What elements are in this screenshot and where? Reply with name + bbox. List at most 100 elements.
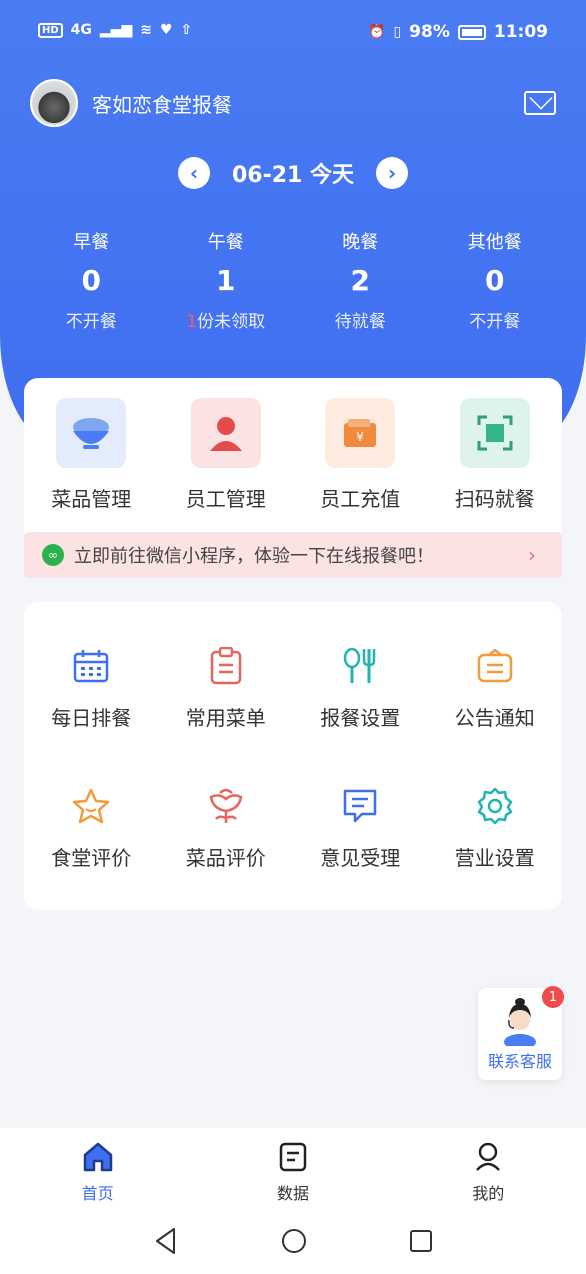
meal-status: 不开餐 — [65, 312, 117, 332]
back-icon[interactable] — [152, 1226, 180, 1256]
meal-name: 午餐 — [207, 232, 244, 253]
link-icon: ∞ — [42, 544, 64, 566]
date-value: 06-21 — [231, 163, 303, 188]
calendar-icon — [71, 646, 111, 686]
staff-management-button[interactable]: 员工管理 — [159, 378, 294, 512]
star-icon — [71, 786, 111, 826]
tab-mine[interactable]: 我的 — [391, 1128, 586, 1208]
meal-count: 2 — [350, 264, 370, 297]
hd-indicator: HD — [38, 22, 63, 38]
mail-icon[interactable] — [524, 91, 556, 115]
daily-schedule-button[interactable]: 每日排餐 — [24, 646, 159, 731]
person-icon — [190, 398, 261, 468]
battery-percent: 98% — [409, 22, 450, 42]
action-label: 员工管理 — [185, 487, 266, 511]
customer-service-button[interactable]: 1 联系客服 — [478, 986, 564, 1080]
meal-status: 待就餐 — [334, 312, 386, 332]
action-label: 菜品管理 — [51, 487, 132, 511]
signal-icon: ▂▄▆ — [99, 22, 133, 38]
meal-summary: 早餐 0 不开餐 午餐 1 1份未领取 晚餐 2 待就餐 其他餐 0 不开餐 — [24, 228, 562, 332]
meal-name: 早餐 — [73, 232, 110, 253]
status-bar: HD 4G ▂▄▆ ≋ ♥ ⇧ ⏰ ▯ 98% 11:09 — [0, 0, 586, 66]
scan-dining-button[interactable]: 扫码就餐 — [428, 378, 563, 512]
network-indicator: 4G — [70, 22, 92, 38]
unclaimed-count: 1 — [186, 312, 198, 332]
home-icon — [83, 1142, 112, 1172]
wifi-icon: ≋ — [140, 22, 152, 38]
alarm-icon: ⏰ — [368, 24, 386, 40]
current-date: 06-21 今天 — [232, 157, 354, 189]
avatar[interactable] — [30, 79, 78, 127]
quick-actions-card: 菜品管理 员工管理 ¥ 员工充值 扫码就餐 ∞ 立即前往微信小程序，体验一下在线… — [24, 378, 562, 578]
flower-icon — [206, 786, 246, 826]
home-circle-icon[interactable] — [280, 1227, 308, 1255]
feature-label: 营业设置 — [454, 846, 535, 870]
bowl-icon — [56, 398, 127, 468]
announcement-button[interactable]: 公告通知 — [428, 646, 563, 731]
prev-day-button[interactable]: ‹ — [177, 157, 210, 189]
dish-review-button[interactable]: 菜品评价 — [159, 786, 294, 871]
utensils-icon — [340, 646, 380, 686]
feedback-button[interactable]: 意见受理 — [293, 786, 428, 871]
feature-label: 菜品评价 — [185, 846, 266, 870]
meal-name: 晚餐 — [342, 232, 379, 253]
feature-label: 每日排餐 — [51, 706, 132, 730]
action-label: 扫码就餐 — [454, 487, 535, 511]
next-day-button[interactable]: › — [376, 157, 409, 189]
tab-label: 数据 — [276, 1184, 309, 1203]
bottom-tab-bar: 首页 数据 我的 — [0, 1128, 586, 1208]
meal-lunch[interactable]: 午餐 1 1份未领取 — [159, 228, 294, 332]
gear-icon — [475, 786, 515, 826]
wallet-icon: ¥ — [325, 398, 396, 468]
app-header: 客如恋食堂报餐 — [30, 78, 560, 128]
meal-status: 不开餐 — [469, 312, 521, 332]
svg-text:¥: ¥ — [356, 430, 364, 444]
staff-recharge-button[interactable]: ¥ 员工充值 — [293, 378, 428, 512]
meal-other[interactable]: 其他餐 0 不开餐 — [428, 228, 563, 332]
meal-count: 0 — [485, 264, 505, 297]
support-agent-icon — [500, 998, 540, 1050]
meal-count: 0 — [81, 264, 101, 297]
clipboard-icon — [206, 646, 246, 686]
upload-icon: ⇧ — [180, 22, 193, 38]
business-settings-button[interactable]: 营业设置 — [428, 786, 563, 871]
clock: 11:09 — [493, 22, 548, 42]
today-label: 今天 — [310, 163, 355, 188]
mini-program-banner[interactable]: ∞ 立即前往微信小程序，体验一下在线报餐吧！ › — [24, 532, 562, 578]
system-nav-bar — [0, 1208, 586, 1274]
dish-management-button[interactable]: 菜品管理 — [24, 378, 159, 512]
common-menu-button[interactable]: 常用菜单 — [159, 646, 294, 731]
support-label: 联系客服 — [487, 1052, 552, 1071]
message-icon — [340, 786, 380, 826]
meal-status: 1份未领取 — [159, 307, 294, 332]
meal-status-text: 份未领取 — [197, 312, 266, 332]
meal-settings-button[interactable]: 报餐设置 — [293, 646, 428, 731]
feature-label: 常用菜单 — [185, 706, 266, 730]
tab-home[interactable]: 首页 — [0, 1128, 195, 1208]
chevron-right-icon: › — [387, 161, 397, 185]
notification-badge: 1 — [542, 986, 564, 1008]
chevron-left-icon: ‹ — [189, 161, 199, 185]
meal-breakfast[interactable]: 早餐 0 不开餐 — [24, 228, 159, 332]
tab-label: 我的 — [472, 1184, 505, 1203]
tab-data[interactable]: 数据 — [195, 1128, 390, 1208]
action-label: 员工充值 — [320, 487, 401, 511]
recents-icon[interactable] — [408, 1228, 434, 1254]
battery-icon — [457, 24, 486, 40]
canteen-review-button[interactable]: 食堂评价 — [24, 786, 159, 871]
feature-label: 公告通知 — [454, 706, 535, 730]
meal-count: 1 — [216, 264, 236, 297]
feature-label: 报餐设置 — [320, 706, 401, 730]
features-card: 每日排餐 常用菜单 报餐设置 公告通知 食堂评价 菜品评价 意见受理 营业设置 — [24, 602, 562, 910]
date-selector: ‹ 06-21 今天 › — [0, 152, 586, 194]
notice-icon — [475, 646, 515, 686]
document-icon — [279, 1142, 307, 1172]
chevron-right-icon: › — [528, 543, 536, 567]
vibrate-icon: ▯ — [393, 24, 402, 40]
banner-text: 立即前往微信小程序，体验一下在线报餐吧！ — [74, 546, 434, 567]
tab-label: 首页 — [81, 1184, 114, 1203]
shop-name: 客如恋食堂报餐 — [92, 92, 232, 117]
feature-label: 意见受理 — [320, 846, 401, 870]
meal-dinner[interactable]: 晚餐 2 待就餐 — [293, 228, 428, 332]
scan-icon — [459, 398, 530, 468]
